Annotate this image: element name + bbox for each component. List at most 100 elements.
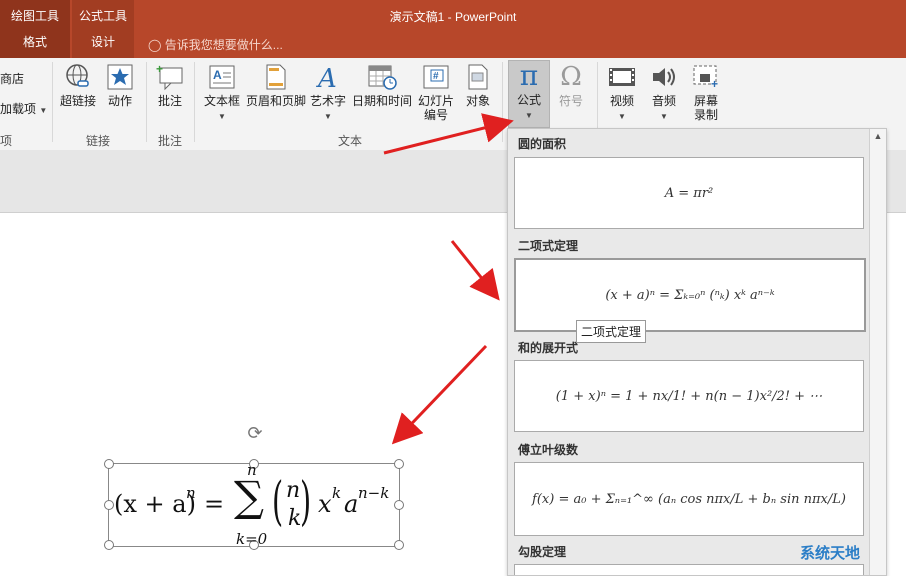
speaker-icon [649,62,679,92]
scroll-up-arrow-icon[interactable]: ▲ [870,131,886,141]
header-footer-icon [261,62,291,92]
star-action-icon [105,62,135,92]
audio-button[interactable]: 音频 ▼ [644,62,684,124]
object-label: 对象 [465,94,490,108]
symbol-label: 符号 [558,94,583,108]
group-divider [502,62,503,142]
sum-symbol: ∑ [234,472,264,521]
textbox-button[interactable]: A 文本框 ▼ [200,62,244,124]
equation-equals: = [204,490,225,518]
hyperlink-button[interactable]: 超链接 [58,62,98,108]
addins-label: 加载项 [0,102,37,116]
window-title: 演示文稿1 - PowerPoint [389,10,517,24]
equation-gallery-dropdown[interactable]: 圆的面积 A = πr² 二项式定理 (x + a)ⁿ = Σₖ₌₀ⁿ (ⁿₖ)… [507,128,887,576]
binom-top: n [286,478,301,503]
dropdown-arrow-icon: ▼ [660,112,668,121]
gallery-item-fourier[interactable]: f(x) = a₀ + Σₙ₌₁^∞ (aₙ cos nπx/L + bₙ si… [514,462,864,536]
audio-label: 音频 [651,94,676,108]
gallery-section-header: 傅立叶级数 [518,443,579,457]
tell-me-search[interactable]: ◯ 告诉我您想要做什么... [148,36,283,53]
dropdown-arrow-icon: ▼ [618,112,626,121]
group-divider [146,62,147,142]
wordart-icon: A [313,62,343,92]
formula-preview: (x + a)ⁿ = Σₖ₌₀ⁿ (ⁿₖ) xᵏ aⁿ⁻ᵏ [605,287,775,303]
my-addins-button[interactable]: 加载项 ▼ [0,102,47,118]
svg-text:#: # [433,71,439,82]
dropdown-arrow-icon: ▼ [218,112,226,121]
action-label: 动作 [107,94,132,108]
date-time-button[interactable]: 日期和时间 [350,62,414,108]
tab-format[interactable]: 格式 [0,33,70,50]
tab-design[interactable]: 设计 [72,33,134,50]
svg-text:+: + [156,63,163,76]
arrow-to-slide-equation [391,344,488,445]
equation-label: 公式 [516,93,541,107]
addins-group-label: 项 [0,134,13,148]
video-button[interactable]: 视频 ▼ [602,62,642,124]
slide-number-icon: # [421,62,451,92]
binom-left-paren: ( [272,472,284,532]
gallery-item-sum-expansion[interactable]: (1 + x)ⁿ = 1 + nx/1! + n(n − 1)x²/2! + ⋯ [514,360,864,432]
text-group-label: 文本 [338,134,363,148]
comment-icon: + [155,62,185,92]
svg-text:+: + [711,77,718,90]
header-footer-label: 页眉和页脚 [245,94,306,108]
equation-x: x [318,490,332,518]
hyperlink-label: 超链接 [59,94,96,108]
resize-handle[interactable] [104,459,114,469]
pi-icon: π [519,59,539,92]
date-time-label: 日期和时间 [351,94,412,108]
equation-x-exponent: k [332,484,342,502]
slide-number-label-2: 编号 [423,108,448,122]
slide-number-label-1: 幻灯片 [417,94,454,108]
equation-a-exponent: n−k [358,484,390,502]
store-label: 商店 [0,72,25,86]
textbox-label: 文本框 [203,94,240,108]
watermark-logo: 系统天地 [800,545,861,562]
gallery-section-header: 圆的面积 [518,137,567,151]
rotate-handle-icon[interactable]: ⟳ [244,422,266,444]
screen-rec-label-1: 屏幕 [693,94,718,108]
equation-lhs-exponent: n [186,484,196,502]
object-button[interactable]: 对象 [460,62,496,108]
omega-icon: Ω [560,62,582,92]
formula-preview: (1 + x)ⁿ = 1 + nx/1! + n(n − 1)x²/2! + ⋯ [555,388,823,404]
comments-group-label: 批注 [158,134,183,148]
dropdown-arrow-icon: ▼ [525,111,533,120]
group-divider [194,62,195,142]
resize-handle[interactable] [394,500,404,510]
video-label: 视频 [609,94,634,108]
screen-recording-button[interactable]: + 屏幕 录制 [688,62,724,122]
slide-number-button[interactable]: # 幻灯片 编号 [416,62,456,122]
resize-handle[interactable] [104,500,114,510]
gallery-section-header: 二项式定理 [518,239,579,253]
action-button[interactable]: 动作 [102,62,138,108]
wordart-label: 艺术字 [309,94,346,108]
svg-text:A: A [316,64,337,91]
gallery-scrollbar[interactable]: ▲ [869,129,886,575]
tell-me-text: 告诉我您想要做什么... [164,38,283,52]
binom-right-paren: ) [300,472,312,532]
formula-preview: A = πr² [664,185,714,201]
dropdown-arrow-icon: ▼ [39,106,48,115]
globe-link-icon [63,62,93,92]
equation-button[interactable]: π 公式 ▼ [508,60,550,128]
comment-button[interactable]: + 批注 [152,62,188,108]
symbol-button[interactable]: Ω 符号 [552,62,590,108]
gallery-item-binomial[interactable]: (x + a)ⁿ = Σₖ₌₀ⁿ (ⁿₖ) xᵏ aⁿ⁻ᵏ [514,258,866,332]
header-footer-button[interactable]: 页眉和页脚 [244,62,308,108]
object-icon [463,62,493,92]
gallery-item-pythagorean[interactable] [514,564,864,575]
gallery-item-circle-area[interactable]: A = πr² [514,157,864,229]
resize-handle[interactable] [394,459,404,469]
wordart-button[interactable]: A 艺术字 ▼ [308,62,348,124]
film-icon [607,62,637,92]
formula-preview: f(x) = a₀ + Σₙ₌₁^∞ (aₙ cos nπx/L + bₙ si… [532,491,846,507]
equation-a: a [344,490,359,518]
gallery-section-header: 和的展开式 [518,341,579,355]
resize-handle[interactable] [394,540,404,550]
resize-handle[interactable] [104,540,114,550]
title-bar: 绘图工具 格式 公式工具 设计 演示文稿1 - PowerPoint ◯ 告诉我… [0,0,906,58]
store-button[interactable]: 商店 [0,72,24,86]
screen-rec-label-2: 录制 [693,108,718,122]
